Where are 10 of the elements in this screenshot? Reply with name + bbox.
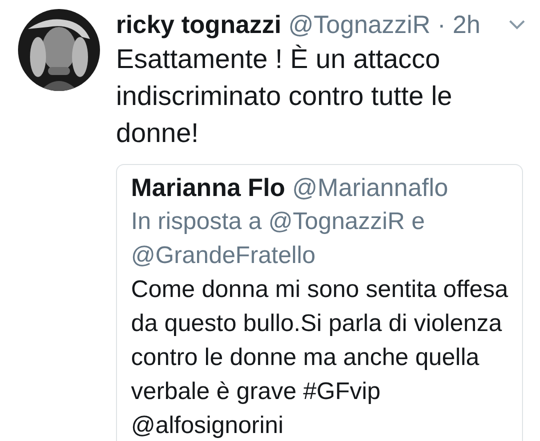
quoted-tweet-card[interactable] xyxy=(116,164,523,441)
tweet-text: Esattamente ! È un attacco indiscriminato contro tutte le donne! xyxy=(116,43,454,150)
timestamp[interactable]: · 2h xyxy=(437,11,480,39)
author-name[interactable]: ricky tognazzi xyxy=(116,11,282,39)
author-handle[interactable]: @TognazziR xyxy=(288,11,430,39)
quoted-tweet-text: Come donna mi sono sentita offesa da questo bullo.Si parla di violenza contro le donne ma anche quella verbale è grave #GFvip @alfosignorini xyxy=(131,275,510,441)
quoted-author-name[interactable]: Marianna Flo xyxy=(131,174,286,202)
caret-icon[interactable] xyxy=(508,19,526,31)
quoted-handle[interactable]: @Mariannaflo xyxy=(292,174,448,202)
reply-to-text: In risposta a @TognazziR e @GrandeFratello xyxy=(131,207,426,271)
